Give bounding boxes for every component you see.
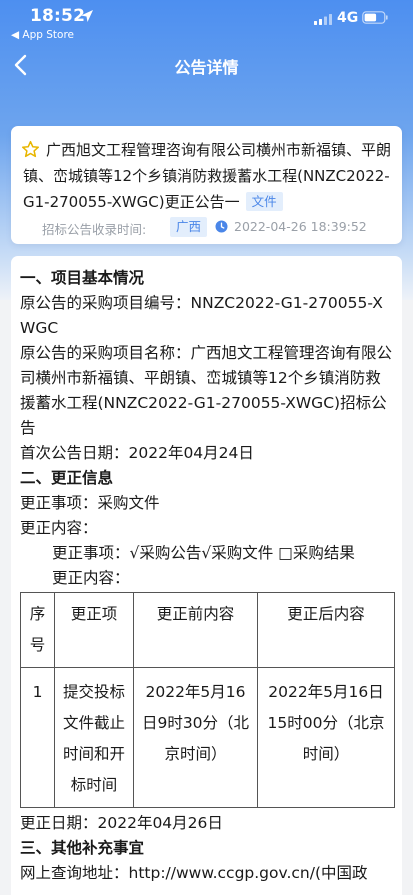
project-name: 原公告的采购项目名称：广西旭文工程管理咨询有限公司横州市新福镇、平朗镇、峦城镇等… [20,344,393,437]
table-header-cell: 序号 [20,592,55,668]
section-heading: 三、其他补充事宜 [20,839,145,857]
correction-table: 序号 更正项 更正前内容 更正后内容 1 提交投标文件截止时间和开标时间 202… [20,592,395,808]
table-header-cell: 更正前内容 [133,592,258,668]
online-query-address[interactable]: 网上查询地址：http://www.ccgp.gov.cn/(中国政 [20,861,396,886]
table-header-row: 序号 更正项 更正前内容 更正后内容 [20,592,395,668]
project-code: 原公告的采购项目编号：NNZC2022-G1-270055-XWGC [20,294,383,337]
table-cell: 2022年5月16日15时00分（北京时间） [257,667,395,808]
section-heading: 二、更正信息 [20,469,114,487]
change-content-label: 更正内容： [20,519,98,537]
table-cell: 提交投标文件截止时间和开标时间 [54,667,134,808]
first-notice-date: 首次公告日期：2022年04月24日 [20,444,254,462]
location-arrow-icon [81,10,93,22]
notice-content-card: 一、项目基本情况 原公告的采购项目编号：NNZC2022-G1-270055-X… [11,256,402,895]
change-date: 更正日期：2022年04月26日 [20,814,223,832]
received-time-label: 招标公告收录时间: [42,222,147,237]
section-heading: 一、项目基本情况 [20,269,145,287]
change-matters: 更正事项：√采购公告√采购文件 □采购结果 [52,544,355,562]
received-time-value: 2022-04-26 18:39:52 [234,219,367,234]
status-time: 18:52 [30,6,86,26]
region-tag: 广西 [170,217,208,237]
battery-icon [362,11,388,24]
document-tag[interactable]: 文件 [245,192,283,211]
network-type: 4G [337,10,359,26]
notice-title: 广西旭文工程管理咨询有限公司横州市新福镇、平朗镇、峦城镇等12个乡镇消防救援蓄水… [23,137,395,215]
page-title: 公告详情 [174,58,239,77]
notice-body: 一、项目基本情况 原公告的采购项目编号：NNZC2022-G1-270055-X… [20,266,396,886]
back-to-app-store-link[interactable]: ◀ App Store [11,29,74,41]
change-content-label: 更正内容： [52,569,130,587]
status-bar: 18:52 ◀ App Store 4G [0,0,413,44]
change-item: 更正事项：采购文件 [20,494,160,512]
table-cell: 1 [20,667,55,808]
table-row: 1 提交投标文件截止时间和开标时间 2022年5月16日9时30分（北京时间） … [20,667,395,808]
signal-icon [314,14,332,25]
table-header-cell: 更正后内容 [257,592,395,668]
table-header-cell: 更正项 [54,592,134,668]
notice-title-text: 广西旭文工程管理咨询有限公司横州市新福镇、平朗镇、峦城镇等12个乡镇消防救援蓄水… [23,141,392,211]
clock-icon [215,220,228,233]
table-cell: 2022年5月16日9时30分（北京时间） [133,667,258,808]
navigation-bar: 公告详情 [0,44,413,88]
